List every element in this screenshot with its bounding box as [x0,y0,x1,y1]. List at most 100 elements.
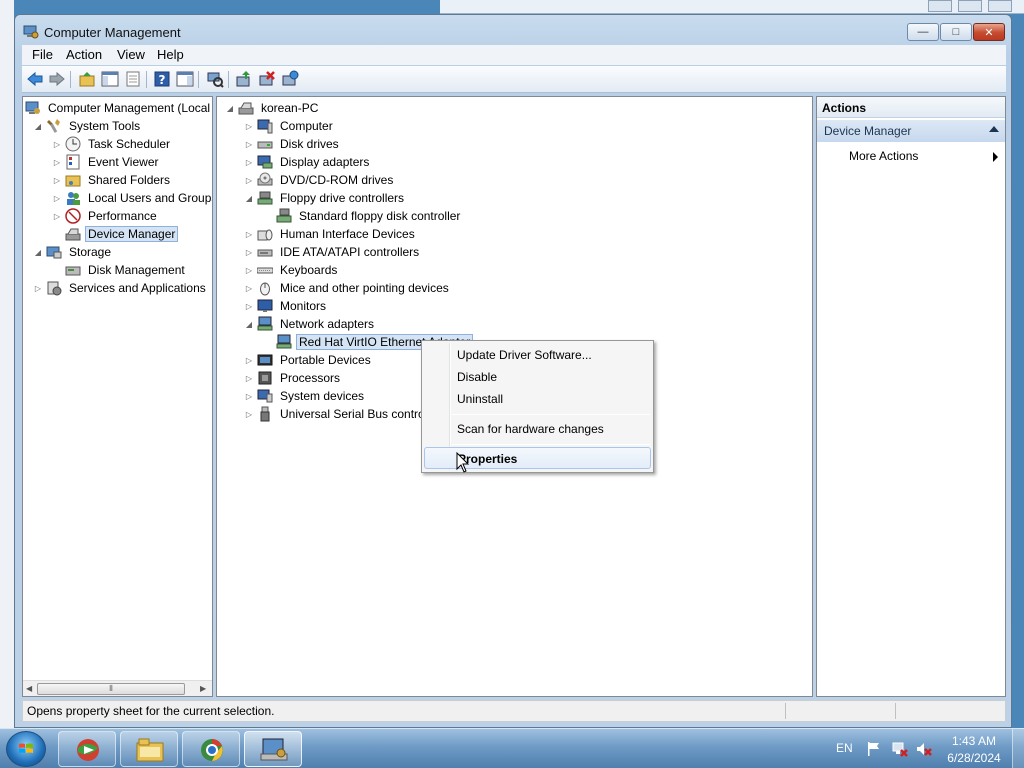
device-category-computer[interactable]: ▷ Computer [244,117,336,135]
device-category-usb-controllers[interactable]: ▷ Universal Serial Bus control [244,405,430,423]
collapsed-arrow-icon[interactable]: ▷ [52,140,62,149]
bg-minimize-button[interactable] [928,0,952,12]
tree-item-event-viewer[interactable]: ▷ Event Viewer [52,153,161,171]
device-category-keyboards[interactable]: ▷ Keyboards [244,261,340,279]
update-driver-icon[interactable] [235,70,253,88]
taskbar-chrome[interactable] [182,731,240,767]
collapsed-arrow-icon[interactable]: ▷ [244,356,254,365]
bg-close-button[interactable] [988,0,1012,12]
minimize-button[interactable]: — [907,23,939,41]
taskbar-computer-management[interactable] [244,731,302,767]
collapsed-arrow-icon[interactable]: ▷ [244,140,254,149]
clock-date[interactable]: 6/28/2024 [946,751,1002,765]
device-category-ide[interactable]: ▷ IDE ATA/ATAPI controllers [244,243,422,261]
device-category-floppy-controllers[interactable]: ◢ Floppy drive controllers [244,189,407,207]
menu-update-driver-software[interactable]: Update Driver Software... [424,344,651,366]
taskbar-media-player[interactable] [58,731,116,767]
device-category-dvd-cd-rom[interactable]: ▷ DVD/CD-ROM drives [244,171,396,189]
volume-muted-icon[interactable] [916,741,932,757]
tree-label: System Tools [69,119,141,133]
menu-file[interactable]: File [32,47,53,62]
tree-item-performance[interactable]: ▷ Performance [52,207,160,225]
taskbar-explorer[interactable] [120,731,178,767]
action-center-flag-icon[interactable] [866,741,882,757]
tree-item-storage[interactable]: ◢ Storage [33,243,114,261]
properties-sheet-icon[interactable] [124,70,142,88]
submenu-arrow-icon[interactable] [993,152,998,162]
expanded-arrow-icon[interactable]: ◢ [33,248,43,257]
scrollbar-thumb[interactable]: ⦀ [37,683,185,695]
menu-scan-for-hardware-changes[interactable]: Scan for hardware changes [424,418,651,440]
collapsed-arrow-icon[interactable]: ▷ [244,266,254,275]
help-icon[interactable]: ? [153,70,171,88]
collapsed-arrow-icon[interactable]: ▷ [244,284,254,293]
back-arrow-icon[interactable] [26,70,44,88]
close-button[interactable]: ✕ [973,23,1005,41]
collapsed-arrow-icon[interactable]: ▷ [244,248,254,257]
collapsed-arrow-icon[interactable]: ▷ [244,158,254,167]
show-hide-console-tree-icon[interactable] [101,70,119,88]
expanded-arrow-icon[interactable]: ◢ [244,194,254,203]
console-tree-pane[interactable]: Computer Management (Local ◢ System Tool… [22,96,213,697]
uninstall-device-icon[interactable] [258,70,276,88]
collapsed-arrow-icon[interactable]: ▷ [52,212,62,221]
enable-device-icon[interactable] [281,70,299,88]
clock-time[interactable]: 1:43 AM [950,734,998,748]
title-bar[interactable]: Computer Management — □ ✕ [15,15,1011,47]
maximize-button[interactable]: □ [940,23,972,41]
collapsed-arrow-icon[interactable]: ▷ [244,230,254,239]
show-desktop-button[interactable] [1012,729,1024,768]
expanded-arrow-icon[interactable]: ◢ [33,122,43,131]
show-hide-action-pane-icon[interactable] [176,70,194,88]
scan-hardware-icon[interactable] [206,70,224,88]
device-category-display-adapters[interactable]: ▷ Display adapters [244,153,372,171]
start-button[interactable] [6,731,46,767]
tree-item-device-manager[interactable]: Device Manager [52,225,179,243]
tree-item-task-scheduler[interactable]: ▷ Task Scheduler [52,135,173,153]
forward-arrow-icon[interactable] [48,70,66,88]
device-category-portable-devices[interactable]: ▷ Portable Devices [244,351,374,369]
expanded-arrow-icon[interactable]: ◢ [225,104,235,113]
menu-uninstall[interactable]: Uninstall [424,388,651,410]
tree-item-shared-folders[interactable]: ▷ Shared Folders [52,171,173,189]
menu-action[interactable]: Action [66,47,102,62]
device-category-monitors[interactable]: ▷ Monitors [244,297,329,315]
device-category-network-adapters[interactable]: ◢ Network adapters [244,315,377,333]
device-category-system-devices[interactable]: ▷ System devices [244,387,367,405]
collapsed-arrow-icon[interactable]: ▷ [244,410,254,419]
collapsed-arrow-icon[interactable]: ▷ [244,176,254,185]
collapsed-arrow-icon[interactable]: ▷ [52,194,62,203]
collapsed-arrow-icon[interactable]: ▷ [52,176,62,185]
tree-item-local-users[interactable]: ▷ Local Users and Groups [52,189,212,207]
scroll-left-arrow-icon[interactable]: ◀ [26,684,32,693]
device-category-processors[interactable]: ▷ Processors [244,369,343,387]
actions-section-device-manager[interactable]: Device Manager [817,120,1005,142]
collapsed-arrow-icon[interactable]: ▷ [52,158,62,167]
device-category-hid[interactable]: ▷ Human Interface Devices [244,225,418,243]
menu-help[interactable]: Help [157,47,184,62]
collapsed-arrow-icon[interactable]: ▷ [244,122,254,131]
device-category-disk-drives[interactable]: ▷ Disk drives [244,135,342,153]
expanded-arrow-icon[interactable]: ◢ [244,320,254,329]
tree-item-disk-management[interactable]: Disk Management [52,261,188,279]
collapsed-arrow-icon[interactable]: ▷ [244,374,254,383]
tree-item-system-tools[interactable]: ◢ System Tools [33,117,143,135]
collapsed-arrow-icon[interactable]: ▷ [244,392,254,401]
menu-view[interactable]: View [117,47,145,62]
collapse-up-icon[interactable] [989,126,999,132]
collapsed-arrow-icon[interactable]: ▷ [244,302,254,311]
device-tree-root[interactable]: ◢ korean-PC [225,99,321,117]
tree-item-services-and-applications[interactable]: ▷ Services and Applications [33,279,209,297]
network-disconnected-icon[interactable] [892,741,908,757]
language-indicator[interactable]: EN [836,741,853,755]
collapsed-arrow-icon[interactable]: ▷ [33,284,43,293]
menu-disable[interactable]: Disable [424,366,651,388]
tree-item-computer-management[interactable]: Computer Management (Local [25,99,212,117]
device-floppy-controller[interactable]: Standard floppy disk controller [263,207,463,225]
up-folder-icon[interactable] [78,70,96,88]
horizontal-scrollbar[interactable]: ◀ ⦀ ▶ [23,680,212,696]
device-category-mice[interactable]: ▷ Mice and other pointing devices [244,279,452,297]
more-actions-item[interactable]: More Actions [849,149,918,163]
bg-maximize-button[interactable] [958,0,982,12]
scroll-right-arrow-icon[interactable]: ▶ [200,684,206,693]
